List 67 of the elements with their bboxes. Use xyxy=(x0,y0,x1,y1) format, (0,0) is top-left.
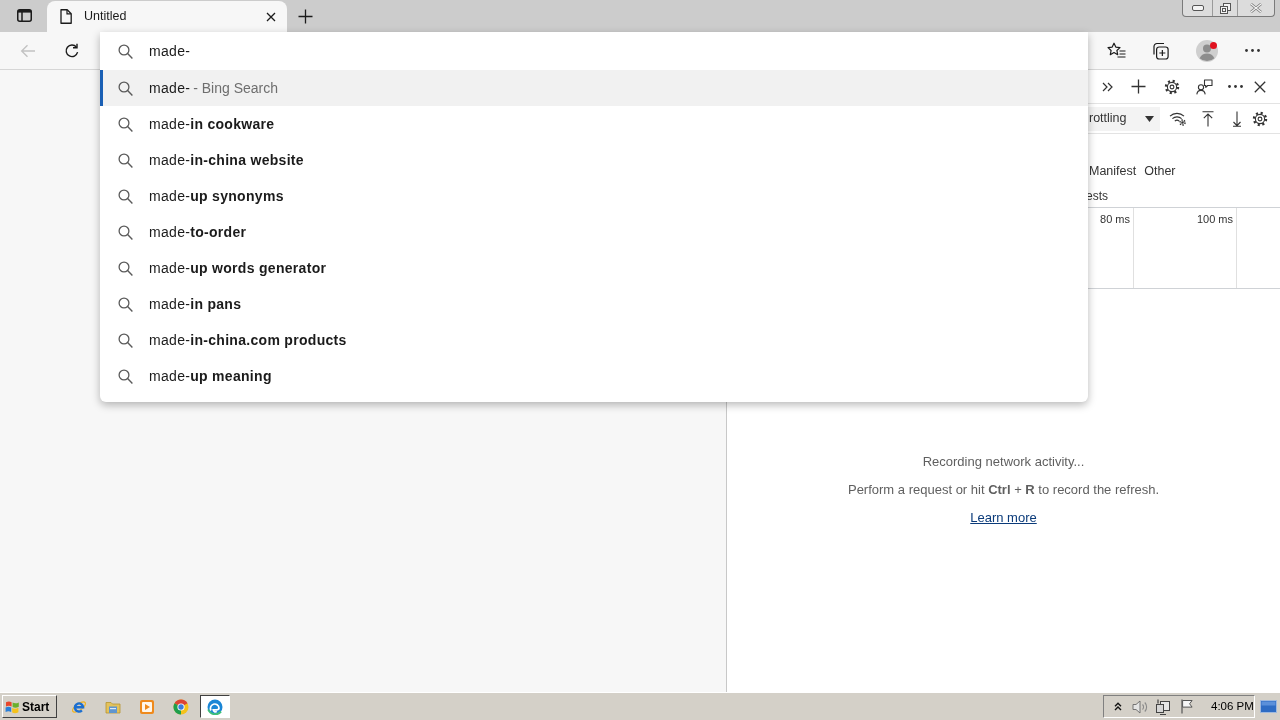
resource-type-filter[interactable]: Other xyxy=(1143,161,1177,181)
chevron-double-right-icon xyxy=(1101,81,1113,92)
browser-tab[interactable]: Untitled xyxy=(47,1,287,32)
search-icon xyxy=(118,116,133,132)
windows-logo-icon xyxy=(5,699,20,714)
suggestion-item[interactable]: made-up meaning xyxy=(100,358,1088,394)
learn-more-link[interactable]: Learn more xyxy=(970,503,1037,532)
feedback-icon xyxy=(1195,78,1213,95)
avatar-icon xyxy=(1196,39,1218,62)
search-icon xyxy=(118,188,133,204)
play-icon xyxy=(139,698,155,715)
suggestion-item[interactable]: made-in-china.com products xyxy=(100,322,1088,358)
swirl-browser-icon xyxy=(207,698,223,715)
search-icon xyxy=(118,224,133,240)
plus-icon xyxy=(297,8,313,24)
arrow-left-icon xyxy=(20,43,36,58)
search-icon xyxy=(118,260,133,276)
throttling-select[interactable]: rottling xyxy=(1088,106,1160,131)
speaker-icon xyxy=(1131,699,1149,714)
resource-type-filter[interactable]: Manifest xyxy=(1088,161,1138,181)
address-field[interactable]: made- xyxy=(149,38,1072,64)
browser-icon xyxy=(173,698,189,715)
flag-icon xyxy=(1179,699,1195,714)
more-icon xyxy=(1244,49,1260,52)
search-icon xyxy=(118,80,133,96)
suggestion-item[interactable]: made-in cookware xyxy=(100,106,1088,142)
suggestion-item[interactable]: made- - Bing Search xyxy=(100,70,1088,106)
close-icon xyxy=(266,11,276,22)
suggestion-item[interactable]: made-up words generator xyxy=(100,250,1088,286)
panel-icon xyxy=(16,8,32,22)
browser-e-icon xyxy=(71,698,87,715)
caret-down-icon xyxy=(1145,115,1154,122)
settings-icon xyxy=(1252,110,1268,127)
refresh-icon xyxy=(64,42,80,59)
chevron-double-up-icon xyxy=(1114,702,1122,711)
close-icon xyxy=(1249,3,1263,13)
search-icon xyxy=(118,296,133,312)
document-icon xyxy=(60,9,72,24)
star-list-icon xyxy=(1106,42,1126,59)
suggestion-item[interactable]: made-in pans xyxy=(100,286,1088,322)
search-icon xyxy=(118,368,133,384)
network-button[interactable] xyxy=(1153,697,1173,716)
minimize-icon xyxy=(1191,5,1204,11)
clock-text: 4:06 PM xyxy=(1211,698,1254,714)
search-icon xyxy=(118,152,133,168)
suggestion-item[interactable]: made-up synonyms xyxy=(100,178,1088,214)
wifi-gear-icon xyxy=(1168,111,1186,126)
desktop-icon xyxy=(1260,700,1277,713)
plus-icon xyxy=(1130,79,1146,94)
empty-state-hint: Perform a request or hit Ctrl + R to record the refresh. xyxy=(847,480,1160,499)
upload-icon xyxy=(1202,110,1214,127)
settings-icon xyxy=(1164,78,1180,95)
suggestion-item[interactable]: made-in-china website xyxy=(100,142,1088,178)
download-icon xyxy=(1233,110,1241,127)
taskbar-app-button[interactable] xyxy=(200,695,230,718)
close-icon xyxy=(1254,80,1266,93)
empty-state-title: Recording network activity... xyxy=(922,452,1085,471)
start-button[interactable]: Start xyxy=(2,695,57,718)
timeline-tick-label: 80 ms xyxy=(1100,212,1130,227)
timeline-tick-label: 100 ms xyxy=(1196,212,1233,227)
restore-icon xyxy=(1219,2,1231,14)
search-icon xyxy=(118,332,133,348)
suggestion-item[interactable]: made-to-order xyxy=(100,214,1088,250)
search-icon xyxy=(118,43,133,59)
more-icon xyxy=(1227,85,1243,88)
network-icon xyxy=(1155,698,1171,715)
collections-icon xyxy=(1151,41,1169,60)
